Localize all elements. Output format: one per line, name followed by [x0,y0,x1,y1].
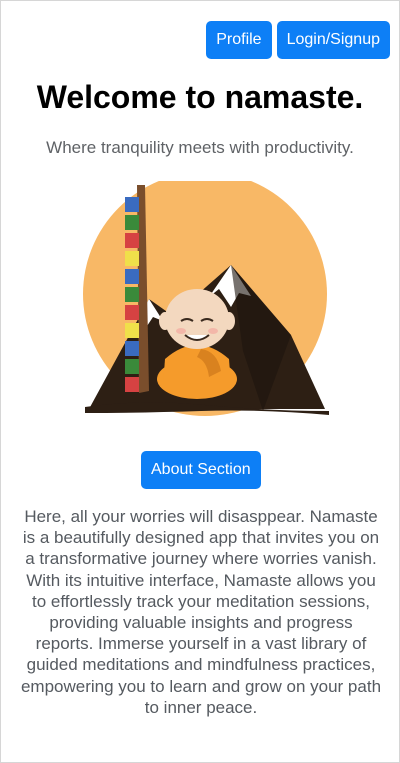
page-frame: Profile Login/Signup Welcome to namaste.… [0,0,400,763]
page-title: Welcome to namaste. [36,79,364,115]
about-section-button[interactable]: About Section [141,451,261,489]
login-signup-button[interactable]: Login/Signup [276,21,390,59]
prayer-flags [125,185,149,393]
page-subtitle: Where tranquility meets with productivit… [46,138,354,157]
about-description: Here, all your worries will disasppear. … [20,507,382,717]
profile-button[interactable]: Profile [206,21,272,59]
meditating-monk-illustration [83,181,329,416]
top-nav: Profile Login/Signup [206,21,390,59]
